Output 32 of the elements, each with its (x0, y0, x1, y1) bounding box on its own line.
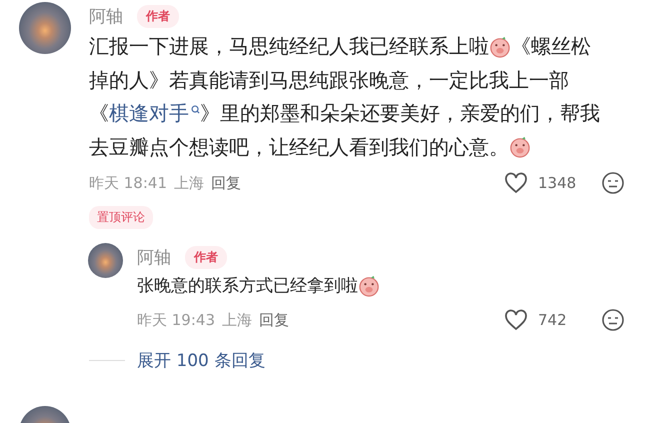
like-count: 1348 (538, 174, 578, 192)
author-name[interactable]: 阿轴 (89, 4, 123, 28)
reply-button[interactable]: 回复 (211, 174, 241, 192)
reply-time: 昨天 19:43 (137, 310, 215, 330)
search-icon (191, 105, 200, 114)
like-count: 742 (538, 311, 568, 329)
reply-text: 张晚意的联系方式已经拿到啦 (137, 275, 358, 298)
pinned-tag: 置顶评论 (89, 206, 153, 229)
heart-icon[interactable] (504, 172, 528, 194)
reply-location: 上海 (222, 310, 252, 330)
comment-text: 掉的人》若真能请到马思纯跟张晚意，一定比我上一部 (89, 66, 569, 94)
expand-replies-link[interactable]: 展开 100 条回复 (137, 349, 266, 372)
author-badge: 作者 (137, 4, 179, 28)
heart-icon[interactable] (504, 309, 528, 331)
comment-location: 上海 (174, 174, 204, 192)
comment-time: 昨天 18:41 (89, 174, 167, 192)
comment-text: 去豆瓣点个想读吧，让经纪人看到我们的心意。 (89, 134, 509, 160)
author-badge: 作者 (185, 246, 227, 268)
avatar-photo[interactable] (19, 2, 71, 54)
comment-text: 汇报一下进展，马思纯经纪人我已经联系上啦 (89, 33, 489, 60)
pig-emoji-icon (489, 36, 511, 58)
pig-emoji-icon (358, 275, 380, 297)
reply-button[interactable]: 回复 (259, 310, 289, 330)
neutral-face-icon[interactable] (601, 171, 625, 195)
comment-text: 《螺丝松 (511, 33, 591, 60)
author-name[interactable]: 阿轴 (137, 246, 171, 268)
comment-text: 《 (89, 100, 109, 127)
pig-emoji-icon (509, 136, 531, 158)
comment-text: 》里的郑墨和朵朵还要美好，亲爱的们，帮我 (200, 100, 600, 127)
neutral-face-icon[interactable] (601, 308, 625, 332)
search-link[interactable]: 棋逢对手 (109, 97, 200, 130)
avatar-photo[interactable] (88, 243, 123, 278)
